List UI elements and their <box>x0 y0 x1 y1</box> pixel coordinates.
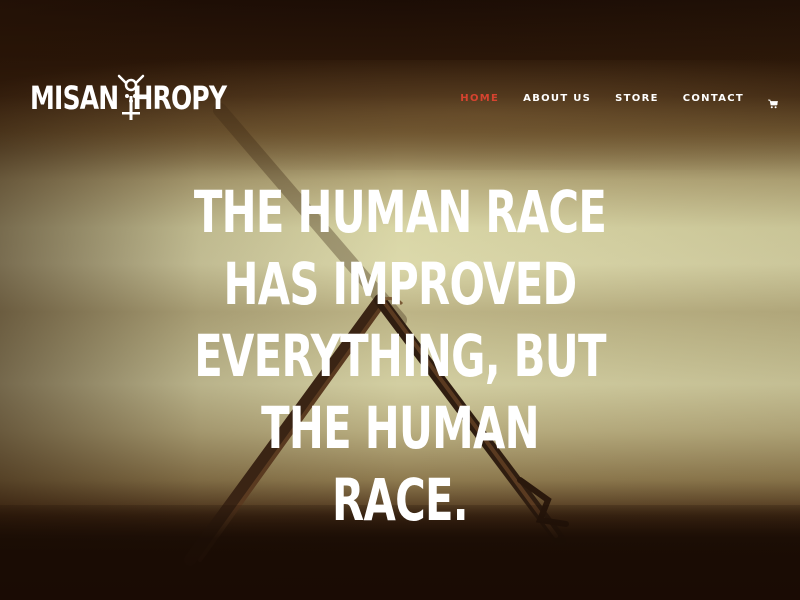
site-header: MISAN HROPY HOME ABOUT US STORE CONTACT <box>0 0 800 200</box>
main-nav: HOME ABOUT US STORE CONTACT <box>436 92 778 109</box>
shopping-cart-icon[interactable] <box>768 94 778 109</box>
hero-headline: THE HUMAN RACE HAS IMPROVED EVERYTHING, … <box>100 176 700 536</box>
headline-line: THE HUMAN <box>261 394 539 462</box>
page: MISANHROPY HOME ABOUT US STORE CONTACT <box>0 0 800 600</box>
headline-line: RACE. <box>332 466 469 534</box>
site-logo[interactable]: MISAN HROPY <box>30 74 282 120</box>
headline-line: THE HUMAN RACE <box>193 178 607 246</box>
nav-contact[interactable]: CONTACT <box>683 92 744 106</box>
nav-home[interactable]: HOME <box>460 92 499 106</box>
logo-figure-icon <box>117 74 145 120</box>
nav-about-us[interactable]: ABOUT US <box>523 92 591 106</box>
headline-line: HAS IMPROVED <box>223 250 577 318</box>
nav-store[interactable]: STORE <box>615 92 659 106</box>
headline-line: EVERYTHING, BUT <box>194 322 606 390</box>
